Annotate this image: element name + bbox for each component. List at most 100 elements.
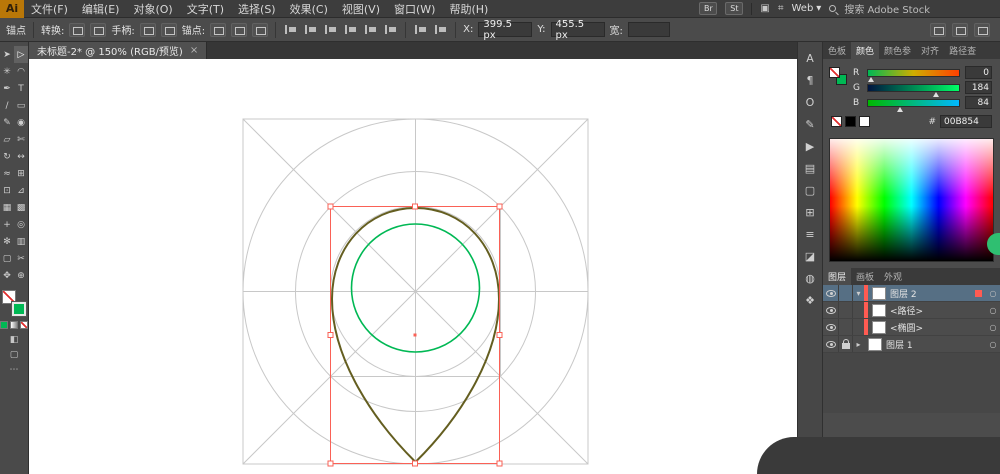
- layer-thumbnail[interactable]: [868, 338, 882, 351]
- character-panel-icon[interactable]: A: [806, 52, 814, 65]
- white-swatch[interactable]: [859, 116, 870, 127]
- pencil-tool[interactable]: ✎: [0, 114, 14, 131]
- artboard-tool[interactable]: ▢: [0, 250, 14, 267]
- tab-artboards[interactable]: 画板: [851, 268, 879, 285]
- direct-selection-tool[interactable]: ▷: [14, 46, 28, 63]
- stroke-swatch-green[interactable]: [12, 302, 26, 316]
- align-top-icon[interactable]: [343, 23, 358, 36]
- toolbar-overflow-icon[interactable]: ⋯: [10, 365, 19, 375]
- cut-path-icon[interactable]: [252, 23, 268, 37]
- stock-search-input[interactable]: 搜索 Adobe Stock: [844, 1, 930, 16]
- lock-toggle[interactable]: [839, 319, 853, 335]
- scale-tool[interactable]: ↔: [14, 148, 28, 165]
- visibility-toggle[interactable]: [823, 336, 839, 352]
- shaper-tool[interactable]: ◉: [14, 114, 28, 131]
- green-slider-thumb[interactable]: [933, 92, 939, 97]
- symbol-sprayer-tool[interactable]: ✻: [0, 233, 14, 250]
- blue-value-input[interactable]: 84: [965, 96, 992, 109]
- target-icon[interactable]: ○: [986, 340, 1000, 349]
- pen-tool[interactable]: ✒: [0, 80, 14, 97]
- free-transform-tool[interactable]: ⊞: [14, 165, 28, 182]
- rotate-tool[interactable]: ↻: [0, 148, 14, 165]
- layer-name[interactable]: <椭圆>: [890, 321, 986, 334]
- symbols-panel-icon[interactable]: ❖: [805, 294, 815, 307]
- actions-panel-icon[interactable]: ▶: [806, 140, 814, 153]
- draw-mode-icon[interactable]: ◧: [10, 335, 19, 345]
- menu-view[interactable]: 视图(V): [335, 0, 387, 18]
- stroke-panel-icon[interactable]: ≡: [805, 228, 814, 241]
- document-tab[interactable]: 未标题-2* @ 150% (RGB/预览) ×: [29, 42, 207, 59]
- x-input[interactable]: 399.5 px: [478, 22, 532, 37]
- lock-toggle[interactable]: [839, 302, 853, 318]
- artboard[interactable]: [29, 59, 797, 474]
- connect-anchor-icon[interactable]: [231, 23, 247, 37]
- green-slider[interactable]: [867, 84, 960, 92]
- none-swatch[interactable]: [831, 116, 842, 127]
- none-mode-button[interactable]: [20, 321, 28, 329]
- search-icon[interactable]: [829, 5, 836, 12]
- line-segment-tool[interactable]: /: [0, 97, 14, 114]
- layer-name[interactable]: 图层 2: [890, 287, 975, 300]
- layer-thumbnail[interactable]: [872, 287, 886, 300]
- opentype-panel-icon[interactable]: O: [806, 96, 815, 109]
- tab-pathfinder[interactable]: 路径查: [944, 42, 981, 59]
- zoom-tool[interactable]: ⊕: [14, 267, 28, 284]
- visibility-toggle[interactable]: [823, 319, 839, 335]
- column-graph-tool[interactable]: ▥: [14, 233, 28, 250]
- eraser-tool[interactable]: ▱: [0, 131, 14, 148]
- gradient-tool[interactable]: ▩: [14, 199, 28, 216]
- menu-effect[interactable]: 效果(C): [283, 0, 335, 18]
- target-icon[interactable]: ○: [986, 306, 1000, 315]
- eyedropper-tool[interactable]: +: [0, 216, 14, 233]
- layer-thumbnail[interactable]: [872, 304, 886, 317]
- lock-toggle[interactable]: [839, 285, 853, 301]
- paragraph-panel-icon[interactable]: ¶: [807, 74, 814, 87]
- tab-layers[interactable]: 图层: [823, 268, 851, 285]
- brushes-panel-icon[interactable]: ✎: [805, 118, 814, 131]
- gpu-performance-icon[interactable]: ⌗: [778, 3, 784, 14]
- fill-proxy-swatch[interactable]: [829, 67, 840, 78]
- distribute-vertical-icon[interactable]: [433, 23, 448, 36]
- visibility-toggle[interactable]: [823, 285, 839, 301]
- screen-mode-icon[interactable]: ▢: [10, 350, 19, 360]
- panel-fill-stroke-widget[interactable]: [829, 67, 847, 85]
- gradient-panel-icon[interactable]: ◪: [805, 250, 815, 263]
- align-right-icon[interactable]: [323, 23, 338, 36]
- menu-select[interactable]: 选择(S): [231, 0, 283, 18]
- transform-panel-icon[interactable]: [930, 23, 946, 37]
- rectangle-tool[interactable]: ▭: [14, 97, 28, 114]
- color-spectrum-picker[interactable]: [829, 138, 994, 262]
- blend-tool[interactable]: ◎: [14, 216, 28, 233]
- workspace-switcher[interactable]: Web ▾: [791, 3, 821, 14]
- black-swatch[interactable]: [845, 116, 856, 127]
- type-tool[interactable]: T: [14, 80, 28, 97]
- align-middle-icon[interactable]: [363, 23, 378, 36]
- menu-window[interactable]: 窗口(W): [387, 0, 442, 18]
- convert-to-smooth-icon[interactable]: [90, 23, 106, 37]
- target-icon[interactable]: ○: [986, 289, 1000, 298]
- hand-tool[interactable]: ✥: [0, 267, 14, 284]
- show-handles-icon[interactable]: [140, 23, 156, 37]
- distribute-horizontal-icon[interactable]: [413, 23, 428, 36]
- align-center-icon[interactable]: [303, 23, 318, 36]
- tab-swatches[interactable]: 色板: [823, 42, 851, 59]
- green-value-input[interactable]: 184: [965, 81, 992, 94]
- tab-align[interactable]: 对齐: [916, 42, 944, 59]
- perspective-grid-tool[interactable]: ⊿: [14, 182, 28, 199]
- scissors-tool[interactable]: ✄: [14, 131, 28, 148]
- hex-value-input[interactable]: 00B854: [940, 115, 992, 128]
- convert-to-corner-icon[interactable]: [69, 23, 85, 37]
- bridge-button[interactable]: Br: [699, 2, 717, 15]
- layer-row-layer1[interactable]: ▸ 图层 1 ○: [823, 336, 1000, 353]
- width-input[interactable]: [628, 22, 670, 37]
- panel-menu-icon[interactable]: [974, 23, 990, 37]
- menu-object[interactable]: 对象(O): [126, 0, 179, 18]
- magic-wand-tool[interactable]: ✳: [0, 63, 14, 80]
- remove-anchor-icon[interactable]: [210, 23, 226, 37]
- blue-slider[interactable]: [867, 99, 960, 107]
- layer-name[interactable]: 图层 1: [886, 338, 986, 351]
- layer-row-path[interactable]: <路径> ○: [823, 302, 1000, 319]
- arrange-documents-icon[interactable]: ▣: [760, 3, 769, 14]
- shape-builder-tool[interactable]: ⊡: [0, 182, 14, 199]
- menu-edit[interactable]: 编辑(E): [75, 0, 127, 18]
